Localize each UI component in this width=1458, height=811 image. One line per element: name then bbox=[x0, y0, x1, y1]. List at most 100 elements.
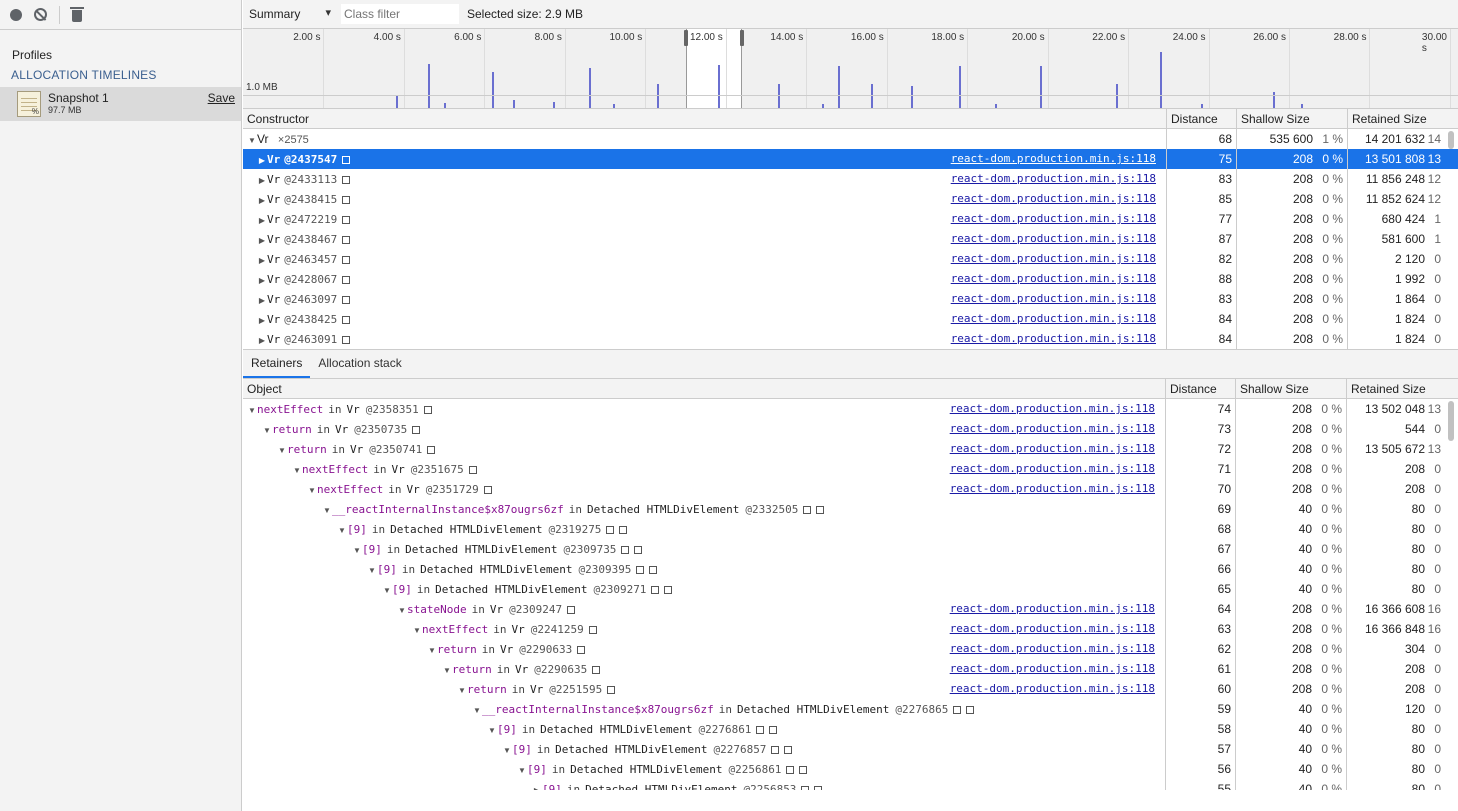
reveal-square-icon[interactable] bbox=[577, 646, 586, 654]
retainer-row[interactable]: ▼[9] in Detached HTMLDivElement @2276857 57 4… bbox=[243, 739, 1458, 759]
reveal-square-icon[interactable] bbox=[816, 506, 825, 514]
selection-start-handle[interactable] bbox=[683, 30, 688, 46]
expand-triangle-icon[interactable]: ▼ bbox=[412, 621, 422, 639]
expand-triangle-icon[interactable]: ▼ bbox=[427, 641, 437, 659]
constructor-row[interactable]: ▶ Vr @2463457 react-dom.production.min.js:1… bbox=[243, 249, 1458, 269]
constructor-row[interactable]: ▶ Vr @2463091 react-dom.production.min.js:1… bbox=[243, 329, 1458, 349]
retainer-row[interactable]: ▼[9] in Detached HTMLDivElement @2309395 66 4… bbox=[243, 559, 1458, 579]
retained-size-column-header[interactable]: Retained Size bbox=[1346, 379, 1458, 399]
expand-triangle-icon[interactable]: ▼ bbox=[247, 401, 257, 419]
expand-triangle-icon[interactable]: ▼ bbox=[502, 741, 512, 759]
reveal-square-icon[interactable] bbox=[803, 506, 812, 514]
constructor-row[interactable]: ▶ Vr @2438425 react-dom.production.min.js:1… bbox=[243, 309, 1458, 329]
reveal-square-icon[interactable] bbox=[483, 486, 492, 494]
expand-triangle-icon[interactable]: ▼ bbox=[397, 601, 407, 619]
reveal-square-icon[interactable] bbox=[649, 566, 658, 574]
expand-triangle-icon[interactable]: ▶ bbox=[257, 311, 267, 329]
selection-end-handle[interactable] bbox=[739, 30, 744, 46]
expand-triangle-icon[interactable]: ▼ bbox=[382, 581, 392, 599]
retainer-row[interactable]: ▼return in Vr @2290635 react-dom.production.… bbox=[243, 659, 1458, 679]
source-link[interactable]: react-dom.production.min.js:118 bbox=[950, 459, 1155, 479]
source-link[interactable]: react-dom.production.min.js:118 bbox=[951, 189, 1156, 209]
trash-icon[interactable] bbox=[70, 6, 84, 22]
retainer-row[interactable]: ▼[9] in Detached HTMLDivElement @2256861 56 4… bbox=[243, 759, 1458, 779]
reveal-square-icon[interactable] bbox=[423, 406, 432, 414]
allocation-timeline[interactable]: 2.00 s 4.00 s 6.00 s 8.00 s 10.00 s 12.00 s 14… bbox=[243, 29, 1458, 109]
source-link[interactable]: react-dom.production.min.js:118 bbox=[950, 619, 1155, 639]
source-link[interactable]: react-dom.production.min.js:118 bbox=[950, 439, 1155, 459]
retainer-row[interactable]: ▼return in Vr @2350741 react-dom.production.… bbox=[243, 439, 1458, 459]
retainer-row[interactable]: ▼[9] in Detached HTMLDivElement @2319275 68 4… bbox=[243, 519, 1458, 539]
constructor-scrollbar[interactable] bbox=[1448, 131, 1454, 149]
retainer-row[interactable]: ▼__reactInternalInstance$x87ougrs6zf in De… bbox=[243, 699, 1458, 719]
source-link[interactable]: react-dom.production.min.js:118 bbox=[951, 209, 1156, 229]
reveal-square-icon[interactable] bbox=[592, 666, 601, 674]
reveal-square-icon[interactable] bbox=[786, 766, 795, 774]
retainer-row[interactable]: ▼return in Vr @2350735 react-dom.production.… bbox=[243, 419, 1458, 439]
reveal-square-icon[interactable] bbox=[636, 566, 645, 574]
source-link[interactable]: react-dom.production.min.js:118 bbox=[950, 659, 1155, 679]
reveal-square-icon[interactable] bbox=[799, 766, 808, 774]
reveal-square-icon[interactable] bbox=[814, 786, 823, 790]
reveal-square-icon[interactable] bbox=[342, 156, 351, 164]
reveal-square-icon[interactable] bbox=[634, 546, 643, 554]
reveal-square-icon[interactable] bbox=[621, 546, 630, 554]
reveal-square-icon[interactable] bbox=[427, 446, 436, 454]
source-link[interactable]: react-dom.production.min.js:118 bbox=[950, 599, 1155, 619]
view-select[interactable]: Summary bbox=[249, 6, 333, 21]
source-link[interactable]: react-dom.production.min.js:118 bbox=[950, 399, 1155, 419]
expand-triangle-icon[interactable]: ▼ bbox=[487, 721, 497, 739]
retainer-row[interactable]: ▼nextEffect in Vr @2351729 react-dom.product… bbox=[243, 479, 1458, 499]
constructor-row[interactable]: ▶ Vr @2437547 react-dom.production.min.js:1… bbox=[243, 149, 1458, 169]
reveal-square-icon[interactable] bbox=[412, 426, 421, 434]
reveal-square-icon[interactable] bbox=[342, 256, 351, 264]
distance-column-header[interactable]: Distance bbox=[1165, 379, 1235, 399]
reveal-square-icon[interactable] bbox=[342, 296, 351, 304]
source-link[interactable]: react-dom.production.min.js:118 bbox=[951, 229, 1156, 249]
expand-triangle-icon[interactable]: ▶ bbox=[257, 271, 267, 289]
class-filter-input[interactable] bbox=[341, 4, 459, 24]
expand-triangle-icon[interactable]: ▶ bbox=[257, 291, 267, 309]
source-link[interactable]: react-dom.production.min.js:118 bbox=[951, 329, 1156, 349]
expand-triangle-icon[interactable]: ▼ bbox=[292, 461, 302, 479]
expand-triangle-icon[interactable]: ▶ bbox=[257, 171, 267, 189]
expand-triangle-icon[interactable]: ▼ bbox=[247, 131, 257, 149]
retainer-row[interactable]: ▶[9] in Detached HTMLDivElement @2256853 554… bbox=[243, 779, 1458, 790]
reveal-square-icon[interactable] bbox=[342, 236, 351, 244]
source-link[interactable]: react-dom.production.min.js:118 bbox=[950, 679, 1155, 699]
retainers-scrollbar[interactable] bbox=[1448, 401, 1454, 441]
source-link[interactable]: react-dom.production.min.js:118 bbox=[950, 479, 1155, 499]
source-link[interactable]: react-dom.production.min.js:118 bbox=[951, 149, 1156, 169]
clear-icon[interactable] bbox=[34, 8, 47, 21]
retained-size-column-header[interactable]: Retained Size bbox=[1347, 109, 1458, 129]
reveal-square-icon[interactable] bbox=[342, 276, 351, 284]
expand-triangle-icon[interactable]: ▼ bbox=[367, 561, 377, 579]
source-link[interactable]: react-dom.production.min.js:118 bbox=[950, 419, 1155, 439]
snapshot-item[interactable]: % Snapshot 1 97.7 MB Save bbox=[0, 87, 241, 121]
expand-triangle-icon[interactable]: ▶ bbox=[257, 331, 267, 349]
constructor-row[interactable]: ▶ Vr @2438415 react-dom.production.min.js:1… bbox=[243, 189, 1458, 209]
reveal-square-icon[interactable] bbox=[607, 686, 616, 694]
reveal-square-icon[interactable] bbox=[342, 316, 351, 324]
retainer-row[interactable]: ▼return in Vr @2251595 react-dom.production.… bbox=[243, 679, 1458, 699]
source-link[interactable]: react-dom.production.min.js:118 bbox=[951, 269, 1156, 289]
expand-triangle-icon[interactable]: ▼ bbox=[352, 541, 362, 559]
retainer-row[interactable]: ▼stateNode in Vr @2309247 react-dom.producti… bbox=[243, 599, 1458, 619]
reveal-square-icon[interactable] bbox=[606, 526, 615, 534]
retainer-row[interactable]: ▼[9] in Detached HTMLDivElement @2309735 67 4… bbox=[243, 539, 1458, 559]
source-link[interactable]: react-dom.production.min.js:118 bbox=[951, 309, 1156, 329]
expand-triangle-icon[interactable]: ▼ bbox=[337, 521, 347, 539]
reveal-square-icon[interactable] bbox=[771, 746, 780, 754]
retainer-row[interactable]: ▼nextEffect in Vr @2241259 react-dom.product… bbox=[243, 619, 1458, 639]
source-link[interactable]: react-dom.production.min.js:118 bbox=[951, 249, 1156, 269]
expand-triangle-icon[interactable]: ▼ bbox=[322, 501, 332, 519]
source-link[interactable]: react-dom.production.min.js:118 bbox=[950, 639, 1155, 659]
retainer-row[interactable]: ▼[9] in Detached HTMLDivElement @2276861 58 4… bbox=[243, 719, 1458, 739]
reveal-square-icon[interactable] bbox=[651, 586, 660, 594]
expand-triangle-icon[interactable]: ▶ bbox=[257, 211, 267, 229]
shallow-size-column-header[interactable]: Shallow Size bbox=[1235, 379, 1346, 399]
expand-triangle-icon[interactable]: ▼ bbox=[517, 761, 527, 779]
save-snapshot-link[interactable]: Save bbox=[208, 91, 235, 105]
constructor-row[interactable]: ▶ Vr @2472219 react-dom.production.min.js:1… bbox=[243, 209, 1458, 229]
reveal-square-icon[interactable] bbox=[769, 726, 778, 734]
